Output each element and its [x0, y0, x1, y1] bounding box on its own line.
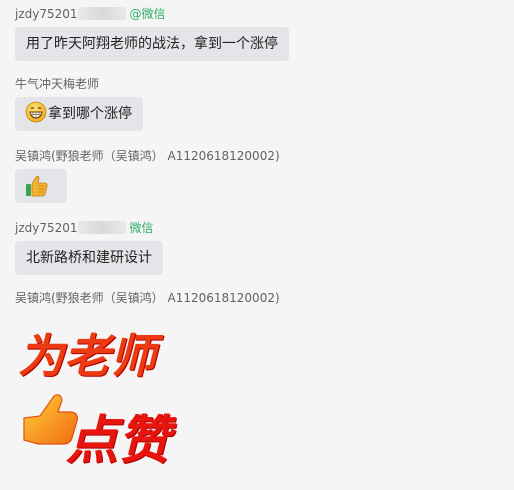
- wechat-tag: @微信: [129, 7, 166, 21]
- sender-name: jzdy75201: [15, 221, 78, 235]
- thumbs-up-icon: [26, 175, 48, 197]
- message-sender: jzdy75201 @微信: [15, 6, 166, 22]
- grinning-face-icon: [25, 101, 47, 123]
- message-sender: 牛气冲天梅老师: [15, 77, 100, 91]
- message-sender: jzdy75201 微信: [15, 220, 154, 236]
- sticker-text-line1: 为老师: [18, 329, 156, 383]
- sender-name: jzdy75201: [15, 7, 78, 21]
- message-sender: 吴镇鸿(野狼老师（吴镇鸿） A1120618120002): [15, 149, 280, 163]
- message-text: 拿到哪个涨停: [48, 106, 132, 122]
- redacted-name-block: [77, 7, 126, 20]
- message-text: 北新路桥和建研设计: [26, 250, 152, 266]
- message-bubble[interactable]: 拿到哪个涨停: [15, 97, 143, 131]
- redacted-name-block: [77, 221, 126, 234]
- message-bubble[interactable]: 用了昨天阿翔老师的战法，拿到一个涨停: [15, 27, 289, 61]
- sticker-text-line2: 点赞: [66, 410, 171, 471]
- message-bubble[interactable]: 北新路桥和建研设计: [15, 241, 163, 275]
- message-sender: 吴镇鸿(野狼老师（吴镇鸿） A1120618120002): [15, 291, 280, 305]
- message-bubble[interactable]: [15, 169, 67, 203]
- sticker-image[interactable]: 为老师 点赞: [18, 316, 218, 486]
- wechat-tag: 微信: [129, 221, 154, 235]
- message-text: 用了昨天阿翔老师的战法，拿到一个涨停: [26, 36, 278, 52]
